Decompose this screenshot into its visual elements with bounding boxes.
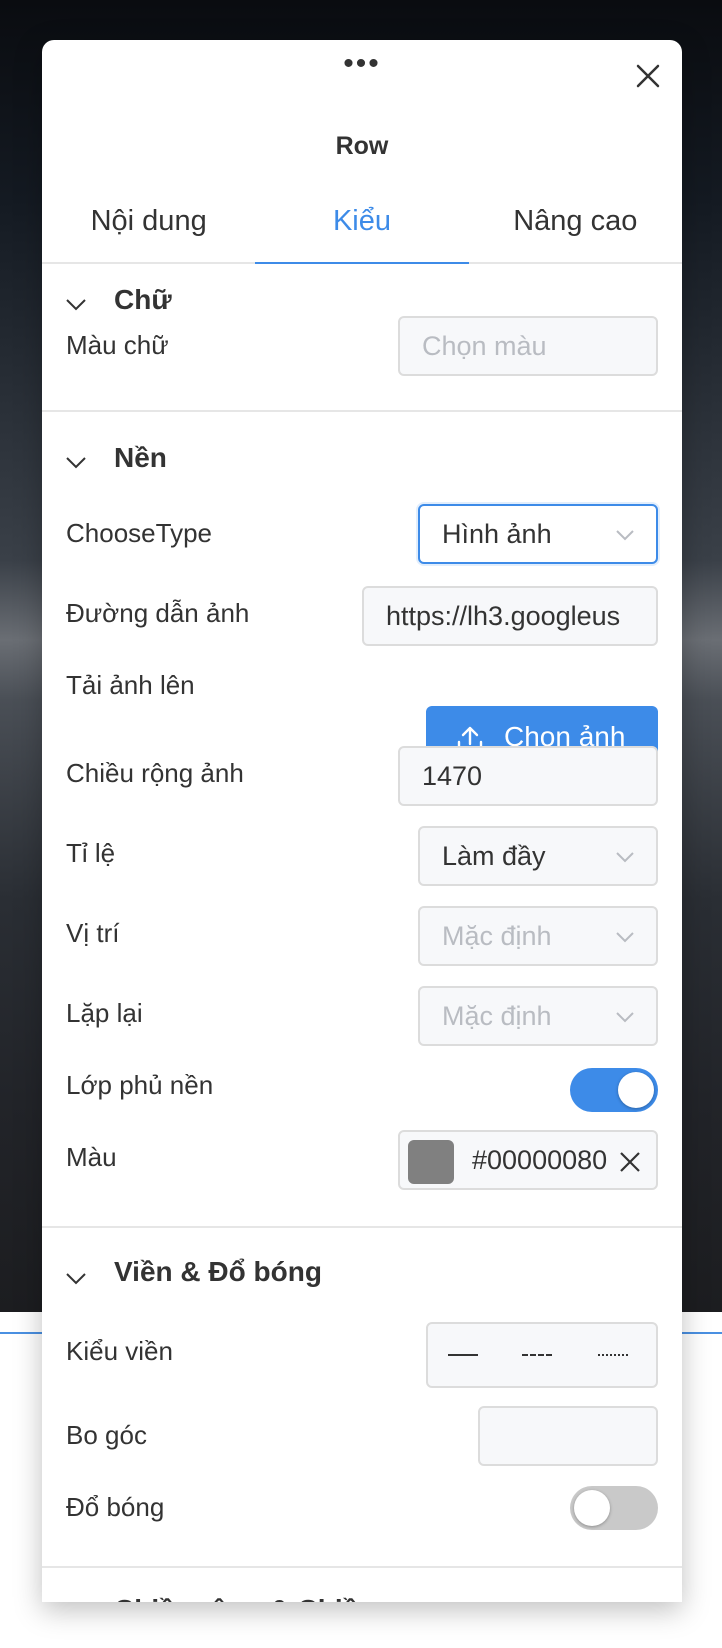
panel-title: Row (335, 132, 389, 160)
text-color-input[interactable]: Chọn màu (398, 316, 658, 376)
toggle-knob (618, 1072, 654, 1108)
color-swatch[interactable] (408, 1140, 454, 1184)
section-header-background[interactable]: Nền (42, 416, 682, 486)
chevron-down-icon (66, 299, 86, 311)
section-title: Viền & Đổ bóng (114, 1256, 322, 1287)
ratio-select[interactable]: Làm đầy (418, 826, 658, 886)
overlay-toggle[interactable] (570, 1068, 658, 1112)
tab-content[interactable]: Nội dung (42, 180, 255, 262)
ratio-value: Làm đầy (442, 841, 546, 871)
section-header-border[interactable]: Viền & Đổ bóng (42, 1232, 682, 1302)
section-divider (42, 1226, 682, 1228)
border-solid-option[interactable] (448, 1354, 478, 1356)
repeat-select[interactable]: Mặc định (418, 986, 658, 1046)
position-select[interactable]: Mặc định (418, 906, 658, 966)
ratio-label: Tỉ lệ (66, 838, 116, 868)
chevron-down-icon (616, 530, 634, 541)
choose-type-select[interactable]: Hình ảnh (418, 504, 658, 564)
image-url-label: Đường dẫn ảnh (66, 598, 250, 628)
chevron-down-icon (616, 1012, 634, 1023)
chevron-down-icon (66, 457, 86, 469)
color-value: #00000080 (472, 1145, 608, 1175)
overlay-label: Lớp phủ nền (66, 1070, 214, 1100)
border-style-label: Kiểu viền (66, 1336, 173, 1366)
image-url-input[interactable]: https://lh3.googleus (362, 586, 658, 646)
chevron-down-icon (66, 1273, 86, 1285)
section-divider (42, 410, 682, 412)
radius-label: Bo góc (66, 1420, 147, 1450)
border-dashed-option[interactable] (522, 1354, 552, 1356)
shadow-toggle[interactable] (570, 1486, 658, 1530)
position-placeholder: Mặc định (442, 921, 552, 951)
chevron-down-icon (616, 852, 634, 863)
section-header-size[interactable]: Chiều rộng & Chiều cao (42, 1572, 682, 1602)
drag-handle-icon[interactable]: ••• (42, 49, 682, 79)
border-dotted-option[interactable] (598, 1354, 628, 1356)
tab-bar: Nội dung Kiểu Nâng cao (42, 180, 682, 264)
color-label: Màu (66, 1142, 117, 1172)
chevron-down-icon (616, 932, 634, 943)
section-title: Chữ (114, 284, 172, 315)
clear-icon[interactable] (618, 1150, 642, 1174)
tab-advanced[interactable]: Nâng cao (469, 180, 682, 262)
repeat-placeholder: Mặc định (442, 1001, 552, 1031)
repeat-label: Lặp lại (66, 998, 143, 1028)
shadow-label: Đổ bóng (66, 1492, 165, 1522)
section-title: Chiều rộng & Chiều cao (114, 1594, 431, 1602)
tab-style[interactable]: Kiểu (255, 180, 469, 264)
image-width-label: Chiều rộng ảnh (66, 758, 244, 788)
choose-type-value: Hình ảnh (442, 519, 552, 549)
image-width-input[interactable]: 1470 (398, 746, 658, 806)
section-divider (42, 1566, 682, 1568)
radius-input[interactable] (478, 1406, 658, 1466)
section-title: Nền (114, 442, 167, 473)
color-input[interactable]: #00000080 (398, 1130, 658, 1190)
text-color-label: Màu chữ (66, 330, 169, 360)
upload-label: Tải ảnh lên (66, 670, 195, 700)
style-panel: ••• Row Nội dung Kiểu Nâng cao Chữ Màu c… (42, 40, 682, 1602)
toggle-knob (574, 1490, 610, 1526)
border-style-group (426, 1322, 658, 1388)
close-icon[interactable] (630, 58, 666, 94)
position-label: Vị trí (66, 918, 120, 948)
choose-type-label: ChooseType (66, 518, 212, 548)
